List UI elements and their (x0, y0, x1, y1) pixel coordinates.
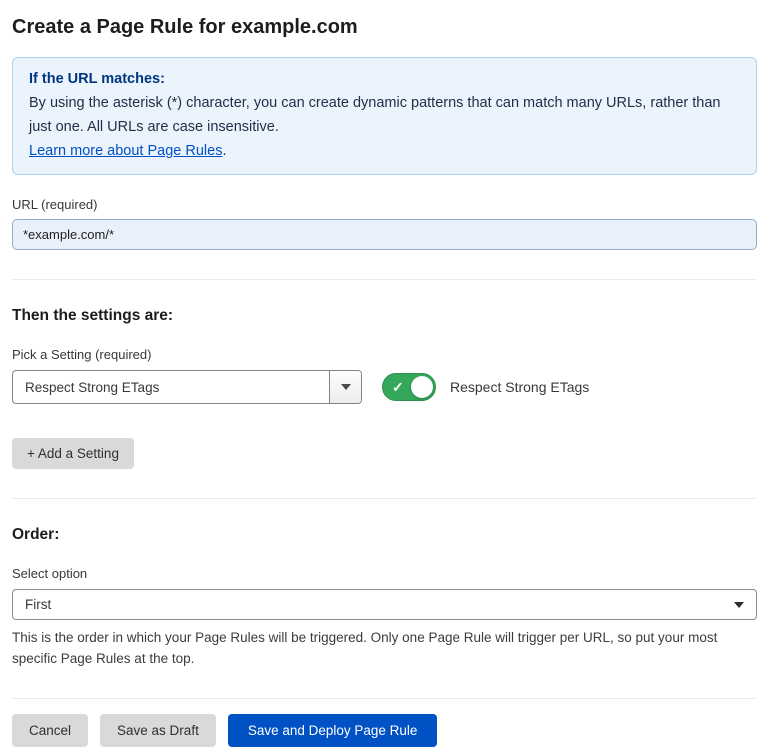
url-input[interactable] (12, 219, 757, 250)
divider (12, 498, 757, 499)
link-period: . (222, 143, 226, 159)
order-help-text: This is the order in which your Page Rul… (12, 627, 757, 669)
url-match-info-box: If the URL matches: By using the asteris… (12, 57, 757, 175)
chevron-down-icon (734, 602, 744, 608)
footer-actions: Cancel Save as Draft Save and Deploy Pag… (12, 714, 757, 747)
setting-picker-label: Pick a Setting (required) (12, 347, 757, 362)
page-title: Create a Page Rule for example.com (12, 16, 757, 39)
respect-strong-etags-toggle[interactable]: ✓ (382, 373, 436, 401)
divider (12, 279, 757, 280)
setting-select-value: Respect Strong ETags (13, 380, 329, 395)
info-box-body: By using the asterisk (*) character, you… (29, 91, 740, 139)
save-draft-button[interactable]: Save as Draft (100, 714, 216, 747)
setting-select[interactable]: Respect Strong ETags (12, 370, 362, 404)
learn-more-link[interactable]: Learn more about Page Rules (29, 143, 222, 159)
page-rule-form: Create a Page Rule for example.com If th… (0, 0, 769, 747)
toggle-label: Respect Strong ETags (450, 379, 589, 395)
order-select-label: Select option (12, 566, 757, 581)
toggle-knob[interactable] (411, 376, 433, 398)
order-select[interactable]: First (12, 589, 757, 620)
divider (12, 698, 757, 699)
order-select-value: First (25, 597, 734, 612)
order-section-heading: Order: (12, 526, 757, 544)
cancel-button[interactable]: Cancel (12, 714, 88, 747)
add-setting-button[interactable]: + Add a Setting (12, 438, 134, 469)
save-deploy-button[interactable]: Save and Deploy Page Rule (228, 714, 438, 747)
info-box-heading: If the URL matches: (29, 67, 740, 91)
setting-row: Respect Strong ETags ✓ Respect Strong ET… (12, 370, 757, 404)
caret-glyph (341, 384, 351, 390)
settings-section-heading: Then the settings are: (12, 307, 757, 325)
check-icon: ✓ (392, 378, 404, 396)
chevron-down-icon[interactable] (329, 371, 361, 403)
info-box-link-line: Learn more about Page Rules. (29, 139, 740, 163)
url-field-label: URL (required) (12, 197, 757, 212)
